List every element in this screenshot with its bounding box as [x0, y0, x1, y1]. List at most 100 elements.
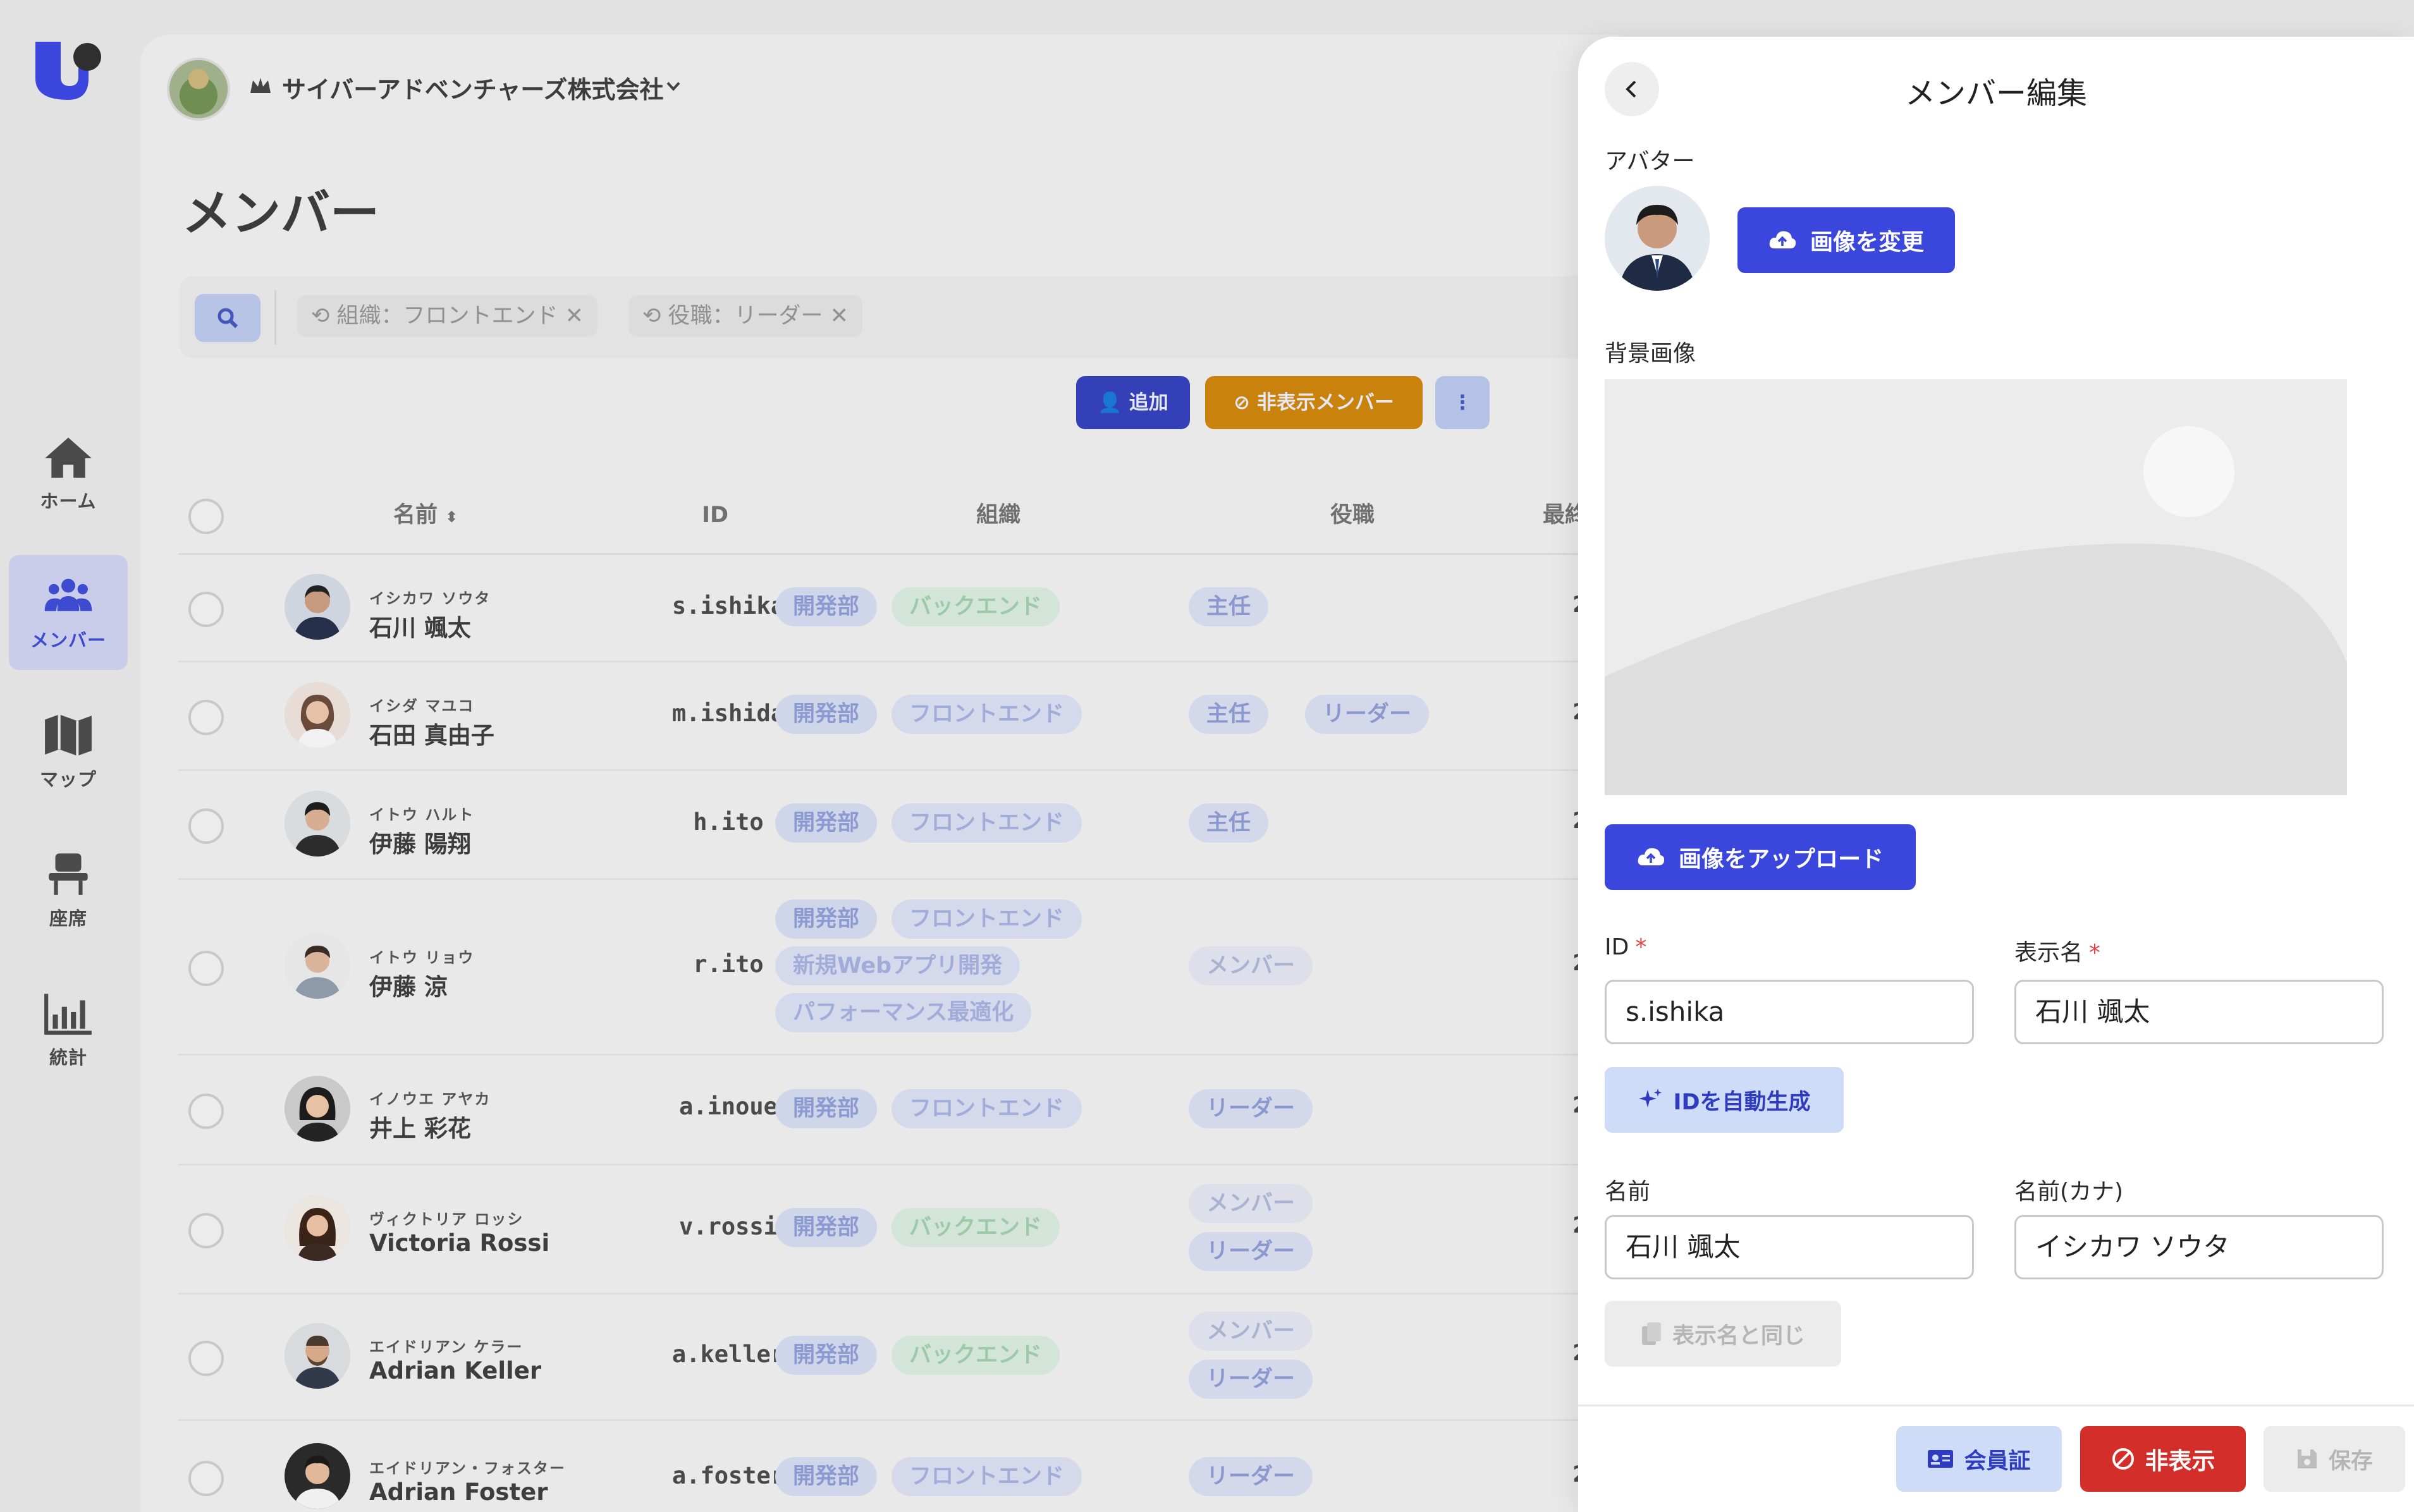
org-tag: 開発部	[775, 1089, 878, 1128]
nav-home[interactable]: ホーム	[9, 416, 128, 531]
header-name-label: 名前	[393, 503, 438, 528]
member-card-button[interactable]: 会員証	[1896, 1426, 2062, 1492]
row-checkbox[interactable]	[188, 1213, 224, 1248]
search-button[interactable]	[195, 294, 260, 342]
drawer-title: メンバー編集	[1904, 76, 2087, 111]
avatar	[285, 933, 350, 999]
save-button[interactable]: 保存	[2264, 1426, 2405, 1492]
header-org: 組織	[976, 503, 1021, 528]
org-avatar[interactable]	[167, 58, 230, 121]
more-menu-button[interactable]: ⋮	[1435, 376, 1490, 429]
org-tag: 開発部	[775, 1336, 878, 1375]
app-logo[interactable]	[33, 39, 102, 102]
filter-chip-role[interactable]: ⟲ 役職：リーダー ✕	[628, 295, 862, 337]
upload-background-label: 画像をアップロード	[1678, 846, 1884, 872]
member-kana: エイドリアン・フォスター	[369, 1460, 567, 1477]
row-checkbox[interactable]	[188, 700, 224, 735]
header-name[interactable]: 名前 ⬍	[393, 477, 458, 553]
close-icon[interactable]: ✕	[823, 303, 849, 329]
required-mark: *	[2089, 940, 2101, 966]
same-as-display-button[interactable]: 表示名と同じ	[1605, 1301, 1841, 1367]
sort-icon[interactable]: ⬍	[445, 508, 458, 526]
name-label: 名前	[1605, 1179, 1651, 1205]
hidden-icon: ⊘	[1234, 391, 1257, 414]
org-tag: 開発部	[775, 1457, 878, 1496]
member-kana: ヴィクトリア ロッシ	[369, 1210, 524, 1228]
org-tag: フロントエンド	[891, 1089, 1082, 1128]
nav-map[interactable]: マップ	[9, 694, 128, 809]
display-name-label: 表示名 *	[2014, 934, 2100, 967]
role-tag: 主任	[1189, 587, 1269, 626]
org-tag: バックエンド	[891, 587, 1060, 626]
org-tag: バックエンド	[891, 1208, 1060, 1247]
nav-seat[interactable]: 座席	[9, 833, 128, 948]
hide-member-button[interactable]: 非表示	[2080, 1426, 2246, 1492]
history-icon: ⟲	[311, 303, 337, 329]
save-icon	[2297, 1449, 2317, 1468]
table-row[interactable]: エイドリアン ケラー Adrian Keller a.keller 開発部 バッ…	[178, 1293, 1620, 1421]
kana-field[interactable]: イシカワ ソウタ	[2014, 1215, 2384, 1279]
nav-members[interactable]: メンバー	[9, 555, 128, 670]
role-tag: リーダー	[1189, 1457, 1313, 1496]
select-all-checkbox[interactable]	[188, 499, 224, 534]
role-tag: リーダー	[1189, 1089, 1313, 1128]
filter-bar: ⟲ 組織：フロントエンド ✕ ⟲ 役職：リーダー ✕	[180, 276, 1620, 358]
stats-icon	[44, 994, 92, 1035]
member-name: Adrian Keller	[369, 1357, 542, 1384]
name-field[interactable]: 石川 颯太	[1605, 1215, 1974, 1279]
avatar	[285, 1195, 350, 1261]
role-tag: リーダー	[1189, 1360, 1313, 1399]
nav-stats[interactable]: 統計	[9, 972, 128, 1087]
close-icon[interactable]: ✕	[558, 303, 584, 329]
same-as-display-label: 表示名と同じ	[1672, 1323, 1805, 1349]
table-row[interactable]: イシダ マユコ 石田 真由子 m.ishida 開発部 フロントエンド 主任 リ…	[178, 661, 1620, 771]
member-kana: エイドリアン ケラー	[369, 1338, 524, 1356]
nav-home-label: ホーム	[40, 491, 97, 512]
avatar	[285, 1443, 350, 1509]
background-label: 背景画像	[1605, 341, 1696, 367]
row-checkbox[interactable]	[188, 808, 224, 844]
role-tag: メンバー	[1189, 1312, 1313, 1351]
id-label: ID *	[1605, 934, 1646, 960]
role-tag: メンバー	[1189, 1184, 1313, 1223]
table-row[interactable]: イトウ ハルト 伊藤 陽翔 h.ito 開発部 フロントエンド 主任 202	[178, 769, 1620, 880]
row-checkbox[interactable]	[188, 1461, 224, 1496]
row-checkbox[interactable]	[188, 951, 224, 986]
copy-icon	[1641, 1322, 1661, 1345]
filter-chip-org[interactable]: ⟲ 組織：フロントエンド ✕	[297, 295, 597, 337]
nav-stats-label: 統計	[49, 1047, 87, 1068]
org-tag: 開発部	[775, 899, 878, 939]
upload-background-button[interactable]: 画像をアップロード	[1605, 824, 1916, 890]
auto-generate-id-button[interactable]: IDを自動生成	[1605, 1067, 1844, 1133]
member-kana: イノウエ アヤカ	[369, 1090, 491, 1108]
table-row[interactable]: ヴィクトリア ロッシ Victoria Rossi v.rossi 開発部 バッ…	[178, 1164, 1620, 1295]
footer-divider	[1578, 1405, 2414, 1406]
filter-chip-org-label: 組織：フロントエンド	[336, 303, 558, 329]
display-name-field[interactable]: 石川 颯太	[2014, 980, 2384, 1044]
table-row[interactable]: イトウ リョウ 伊藤 涼 r.ito 開発部 フロントエンド 新規Webアプリ開…	[178, 878, 1620, 1056]
org-tag: フロントエンド	[891, 899, 1082, 939]
nav-map-label: マップ	[39, 769, 97, 790]
add-member-button[interactable]: 👤 追加	[1076, 376, 1190, 429]
row-checkbox[interactable]	[188, 1341, 224, 1376]
background-image-placeholder	[1605, 379, 2347, 795]
members-page: サイバーアドベンチャーズ株式会社 メンバー ⟲ 組織：フロントエンド ✕ ⟲ 役…	[140, 35, 1620, 1512]
map-icon	[45, 714, 92, 756]
change-avatar-label: 画像を変更	[1810, 229, 1924, 255]
hidden-members-button[interactable]: ⊘ 非表示メンバー	[1205, 376, 1423, 429]
member-name: Adrian Foster	[369, 1478, 548, 1506]
table-row[interactable]: エイドリアン・フォスター Adrian Foster a.foster 開発部 …	[178, 1419, 1620, 1512]
chevron-down-icon[interactable]	[664, 76, 683, 95]
change-avatar-button[interactable]: 画像を変更	[1737, 207, 1955, 273]
table-row[interactable]: イシカワ ソウタ 石川 颯太 s.ishika 開発部 バックエンド 主任 20…	[178, 553, 1620, 662]
id-field[interactable]: s.ishika	[1605, 980, 1974, 1044]
org-tag: フロントエンド	[891, 695, 1082, 734]
table-row[interactable]: イノウエ アヤカ 井上 彩花 a.inoue 開発部 フロントエンド リーダー …	[178, 1054, 1620, 1166]
member-name: 伊藤 涼	[369, 973, 448, 1001]
member-edit-drawer: メンバー編集 アバター 画像を変更 背景画像 画像をアップロード ID * s.i…	[1578, 37, 2414, 1512]
hidden-members-label: 非表示メンバー	[1256, 391, 1394, 414]
seat-icon	[49, 853, 88, 895]
row-checkbox[interactable]	[188, 592, 224, 627]
org-name[interactable]: サイバーアドベンチャーズ株式会社	[282, 70, 663, 105]
row-checkbox[interactable]	[188, 1094, 224, 1129]
